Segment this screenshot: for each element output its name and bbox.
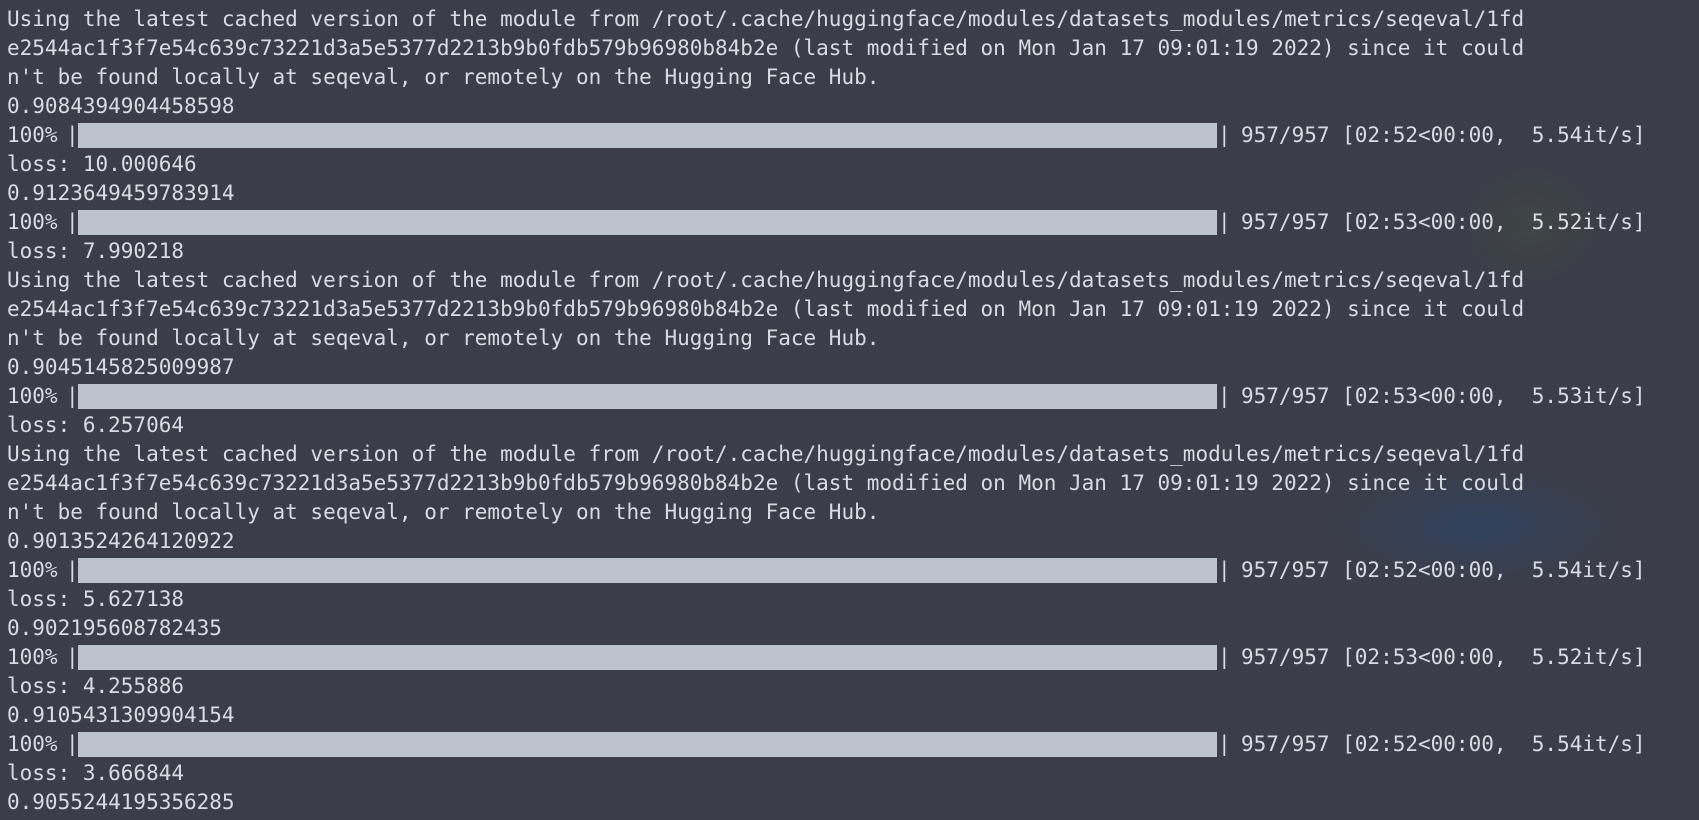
progress-percent: 100% xyxy=(7,384,58,408)
progress-stats: 957/957 [02:53<00:00, 5.52it/s] xyxy=(1241,645,1646,669)
terminal-line: loss: 7.990218 xyxy=(7,239,185,263)
progress-bar-fill xyxy=(78,123,1217,148)
progress-stats: 957/957 [02:53<00:00, 5.53it/s] xyxy=(1241,384,1646,408)
progress-left-pipe: | xyxy=(66,210,79,234)
terminal-line: n't be found locally at seqeval, or remo… xyxy=(7,65,880,89)
progress-percent: 100% xyxy=(7,558,58,582)
terminal-line: Using the latest cached version of the m… xyxy=(7,442,1525,466)
progress-bar-line: 100% | | 957/957 [02:52<00:00, 5.54it/s] xyxy=(7,730,1699,759)
progress-percent: 100% xyxy=(7,645,58,669)
terminal-line: 0.9013524264120922 xyxy=(7,529,235,553)
progress-bar-fill xyxy=(78,558,1217,583)
terminal-line: loss: 10.000646 xyxy=(7,152,197,176)
progress-stats: 957/957 [02:52<00:00, 5.54it/s] xyxy=(1241,732,1646,756)
progress-percent: 100% xyxy=(7,732,58,756)
progress-bar xyxy=(78,210,1217,235)
terminal-line: loss: 4.255886 xyxy=(7,674,185,698)
progress-right-pipe: | xyxy=(1218,384,1231,408)
progress-bar xyxy=(78,384,1217,409)
terminal-line: 0.9045145825009987 xyxy=(7,355,235,379)
progress-bar-line: 100% | | 957/957 [02:52<00:00, 5.54it/s] xyxy=(7,121,1699,150)
progress-bar xyxy=(78,123,1217,148)
progress-bar xyxy=(78,645,1217,670)
terminal-line: 0.9105431309904154 xyxy=(7,703,235,727)
progress-right-pipe: | xyxy=(1218,123,1231,147)
progress-bar-line: 100% | | 957/957 [02:53<00:00, 5.52it/s] xyxy=(7,643,1699,672)
terminal-line: e2544ac1f3f7e54c639c73221d3a5e5377d2213b… xyxy=(7,471,1525,495)
terminal-line: n't be found locally at seqeval, or remo… xyxy=(7,326,880,350)
progress-right-pipe: | xyxy=(1218,210,1231,234)
terminal-line: loss: 3.666844 xyxy=(7,761,185,785)
progress-right-pipe: | xyxy=(1218,732,1231,756)
progress-bar-fill xyxy=(78,384,1217,409)
terminal-line: 0.9055244195356285 xyxy=(7,790,235,814)
progress-percent: 100% xyxy=(7,123,58,147)
progress-percent: 100% xyxy=(7,210,58,234)
terminal-line: e2544ac1f3f7e54c639c73221d3a5e5377d2213b… xyxy=(7,36,1525,60)
progress-right-pipe: | xyxy=(1218,558,1231,582)
progress-bar-line: 100% | | 957/957 [02:53<00:00, 5.53it/s] xyxy=(7,382,1699,411)
terminal-line: Using the latest cached version of the m… xyxy=(7,7,1525,31)
progress-bar-fill xyxy=(78,732,1217,757)
progress-bar-line: 100% | | 957/957 [02:53<00:00, 5.52it/s] xyxy=(7,208,1699,237)
terminal-line: 0.902195608782435 xyxy=(7,616,222,640)
progress-bar-fill xyxy=(78,210,1217,235)
terminal-line: loss: 5.627138 xyxy=(7,587,185,611)
progress-left-pipe: | xyxy=(66,558,79,582)
progress-bar xyxy=(78,732,1217,757)
terminal-line: loss: 6.257064 xyxy=(7,413,185,437)
progress-bar-fill xyxy=(78,645,1217,670)
progress-stats: 957/957 [02:52<00:00, 5.54it/s] xyxy=(1241,558,1646,582)
progress-stats: 957/957 [02:52<00:00, 5.54it/s] xyxy=(1241,123,1646,147)
terminal-line: Using the latest cached version of the m… xyxy=(7,268,1525,292)
progress-right-pipe: | xyxy=(1218,645,1231,669)
terminal-line: 0.9084394904458598 xyxy=(7,94,235,118)
terminal-line: n't be found locally at seqeval, or remo… xyxy=(7,500,880,524)
progress-left-pipe: | xyxy=(66,645,79,669)
terminal-window[interactable]: Using the latest cached version of the m… xyxy=(0,0,1699,820)
terminal-line: 0.9123649459783914 xyxy=(7,181,235,205)
terminal-line: e2544ac1f3f7e54c639c73221d3a5e5377d2213b… xyxy=(7,297,1525,321)
progress-left-pipe: | xyxy=(66,384,79,408)
progress-stats: 957/957 [02:53<00:00, 5.52it/s] xyxy=(1241,210,1646,234)
progress-bar-line: 100% | | 957/957 [02:52<00:00, 5.54it/s] xyxy=(7,556,1699,585)
progress-bar xyxy=(78,558,1217,583)
progress-left-pipe: | xyxy=(66,123,79,147)
terminal-output: Using the latest cached version of the m… xyxy=(7,5,1699,817)
progress-left-pipe: | xyxy=(66,732,79,756)
